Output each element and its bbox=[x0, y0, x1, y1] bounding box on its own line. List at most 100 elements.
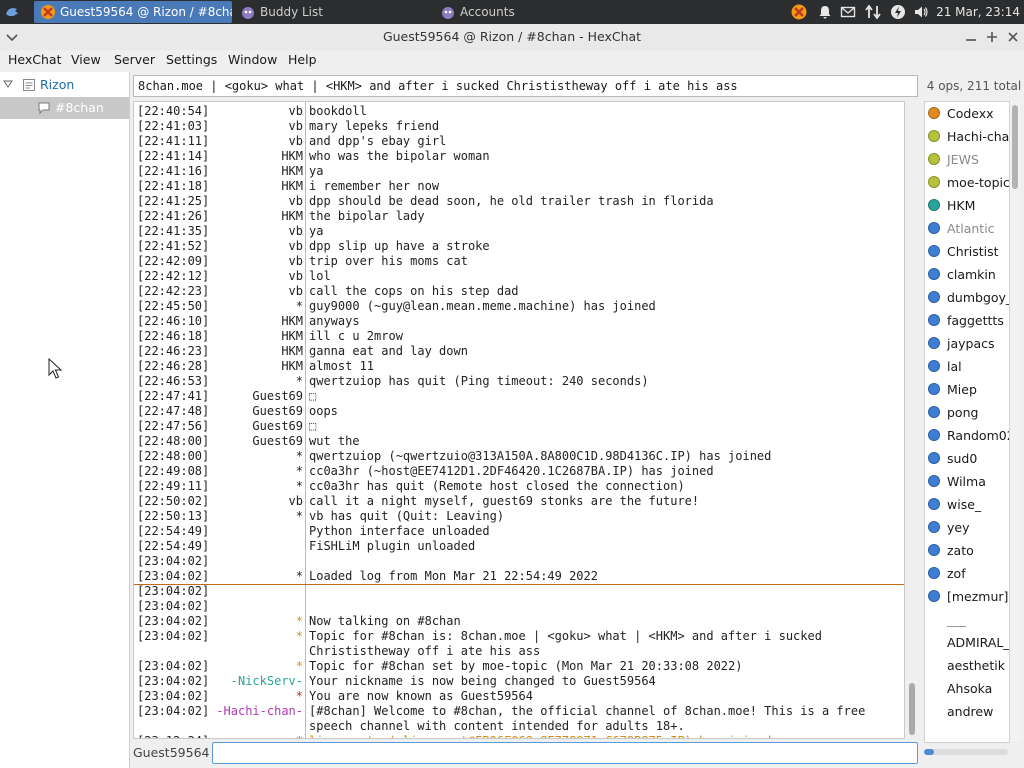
user-name: Ahsoka bbox=[947, 681, 993, 696]
user-list-item[interactable]: Random024 bbox=[925, 424, 1009, 447]
tree-item-channel[interactable]: #8chan bbox=[0, 97, 129, 119]
chat-nick[interactable]: Guest69 bbox=[252, 404, 303, 419]
user-list-item[interactable]: sud0 bbox=[925, 447, 1009, 470]
clock[interactable]: 21 Mar, 23:14 bbox=[936, 0, 1020, 24]
menu-hexchat[interactable]: HexChat bbox=[8, 50, 61, 70]
user-list-item[interactable]: lal bbox=[925, 355, 1009, 378]
user-list-item[interactable]: Codexx bbox=[925, 102, 1009, 125]
network-icon[interactable] bbox=[865, 4, 881, 20]
chat-nick[interactable]: vb bbox=[289, 494, 303, 509]
user-list-item[interactable]: Miep bbox=[925, 378, 1009, 401]
user-list-item[interactable]: ADMIRAL_H bbox=[925, 631, 1009, 654]
user-list-scrollbar[interactable] bbox=[1010, 101, 1020, 741]
user-list-item[interactable]: zof bbox=[925, 562, 1009, 585]
chat-scrollbar[interactable] bbox=[906, 101, 918, 737]
user-status-dot bbox=[928, 153, 940, 165]
chat-message: ⬚ bbox=[309, 419, 317, 433]
user-list-item[interactable]: JEWS bbox=[925, 148, 1009, 171]
tree-item-server[interactable]: Rizon bbox=[0, 74, 129, 96]
chat-nick[interactable]: vb bbox=[289, 224, 303, 239]
chat-timestamp: [22:42:09] bbox=[137, 254, 210, 268]
chat-nick: * bbox=[295, 299, 303, 313]
user-list-item[interactable]: Wilma bbox=[925, 470, 1009, 493]
chat-line: [22:50:13] * vb has quit (Quit: Leaving) bbox=[134, 509, 904, 524]
chat-scrollbar-thumb[interactable] bbox=[909, 683, 915, 735]
bell-icon[interactable] bbox=[817, 4, 833, 20]
user-list-item[interactable]: Atlantic bbox=[925, 217, 1009, 240]
user-list-item[interactable]: zato bbox=[925, 539, 1009, 562]
expander-down-icon[interactable] bbox=[3, 79, 13, 89]
topic-bar[interactable]: 8chan.moe | <goku> what | <HKM> and afte… bbox=[133, 75, 918, 97]
user-name: Atlantic bbox=[947, 221, 995, 236]
user-list-item[interactable]: faggettts bbox=[925, 309, 1009, 332]
message-input[interactable] bbox=[212, 742, 918, 764]
close-icon[interactable] bbox=[1005, 29, 1021, 45]
power-icon[interactable] bbox=[890, 4, 906, 20]
user-list-item[interactable]: HKM bbox=[925, 194, 1009, 217]
chat-nick[interactable]: -NickServ- bbox=[231, 674, 303, 689]
task-hexchat[interactable]: Guest59564 @ Rizon / #8cha... bbox=[34, 1, 232, 23]
user-list-item[interactable]: jaypacs bbox=[925, 332, 1009, 355]
chat-nick[interactable]: HKM bbox=[281, 329, 303, 344]
minimize-icon[interactable] bbox=[963, 29, 979, 45]
user-list-item[interactable]: [mezmur] bbox=[925, 585, 1009, 608]
user-list-item[interactable]: ___ bbox=[925, 608, 1009, 631]
task-accounts[interactable]: Accounts bbox=[434, 1, 624, 23]
chat-nick[interactable]: vb bbox=[289, 284, 303, 299]
user-list-item[interactable]: andrew bbox=[925, 700, 1009, 723]
user-list-scrollbar-thumb[interactable] bbox=[1012, 105, 1018, 189]
chat-nick[interactable]: vb bbox=[289, 104, 303, 119]
chat-message: dpp slip up have a stroke bbox=[309, 239, 490, 253]
user-list-item[interactable]: Christist bbox=[925, 240, 1009, 263]
app-launcher-icon[interactable] bbox=[4, 4, 20, 20]
chat-nick[interactable]: HKM bbox=[281, 344, 303, 359]
user-list-item[interactable]: dumbgoy_ bbox=[925, 286, 1009, 309]
chat-nick[interactable]: HKM bbox=[281, 179, 303, 194]
chat-nick[interactable]: HKM bbox=[281, 314, 303, 329]
chat-timestamp: [22:41:18] bbox=[137, 179, 210, 193]
chat-message: FiSHLiM plugin unloaded bbox=[309, 539, 476, 553]
menu-help[interactable]: Help bbox=[288, 50, 317, 70]
chat-nick[interactable]: Guest69 bbox=[252, 419, 303, 434]
window-titlebar[interactable]: Guest59564 @ Rizon / #8chan - HexChat bbox=[0, 24, 1024, 51]
chat-nick[interactable]: Guest69 bbox=[252, 389, 303, 404]
chat-nick[interactable]: -Hachi-chan- bbox=[216, 704, 303, 719]
user-list-item[interactable]: pong bbox=[925, 401, 1009, 424]
task-buddy-list[interactable]: Buddy List bbox=[234, 1, 424, 23]
user-name: Wilma bbox=[947, 474, 986, 489]
user-list-item[interactable]: moe-topic bbox=[925, 171, 1009, 194]
chat-timestamp: [22:41:52] bbox=[137, 239, 210, 253]
menu-settings[interactable]: Settings bbox=[166, 50, 217, 70]
user-list-item[interactable]: Ahsoka bbox=[925, 677, 1009, 700]
user-list-item[interactable]: yey bbox=[925, 516, 1009, 539]
chat-nick: * bbox=[295, 464, 303, 478]
chat-nick[interactable]: vb bbox=[289, 254, 303, 269]
maximize-icon[interactable] bbox=[984, 29, 1000, 45]
user-list-item[interactable]: wise_ bbox=[925, 493, 1009, 516]
chat-nick[interactable]: vb bbox=[289, 239, 303, 254]
user-list-item[interactable]: aesthetik bbox=[925, 654, 1009, 677]
volume-icon[interactable] bbox=[913, 4, 929, 20]
nick-button[interactable]: Guest59564 bbox=[133, 742, 209, 764]
chat-nick[interactable]: vb bbox=[289, 134, 303, 149]
task-label: Buddy List bbox=[260, 5, 323, 19]
chat-nick[interactable]: vb bbox=[289, 194, 303, 209]
chat-nick[interactable]: vb bbox=[289, 269, 303, 284]
chat-view[interactable]: [22:40:54] vb bookdoll [22:41:03] vb mary lep… bbox=[133, 101, 905, 739]
hexchat-tray-icon[interactable] bbox=[791, 4, 807, 20]
chat-nick[interactable]: HKM bbox=[281, 149, 303, 164]
mail-icon[interactable] bbox=[840, 4, 856, 20]
chat-timestamp: [22:47:48] bbox=[137, 404, 210, 418]
chat-nick[interactable]: vb bbox=[289, 119, 303, 134]
user-list-item[interactable]: Hachi-chan bbox=[925, 125, 1009, 148]
user-list-item[interactable]: clamkin bbox=[925, 263, 1009, 286]
chat-nick[interactable]: HKM bbox=[281, 359, 303, 374]
chat-nick[interactable]: Guest69 bbox=[252, 434, 303, 449]
chat-line: [23:04:02] * Now talking on #8chan bbox=[134, 614, 904, 629]
user-list[interactable]: Codexx Hachi-chan JEWS moe-topic HKM Atlantic… bbox=[924, 101, 1010, 743]
chat-nick[interactable]: HKM bbox=[281, 209, 303, 224]
menu-server[interactable]: Server bbox=[114, 50, 155, 70]
chat-nick[interactable]: HKM bbox=[281, 164, 303, 179]
menu-view[interactable]: View bbox=[71, 50, 101, 70]
menu-window[interactable]: Window bbox=[228, 50, 277, 70]
